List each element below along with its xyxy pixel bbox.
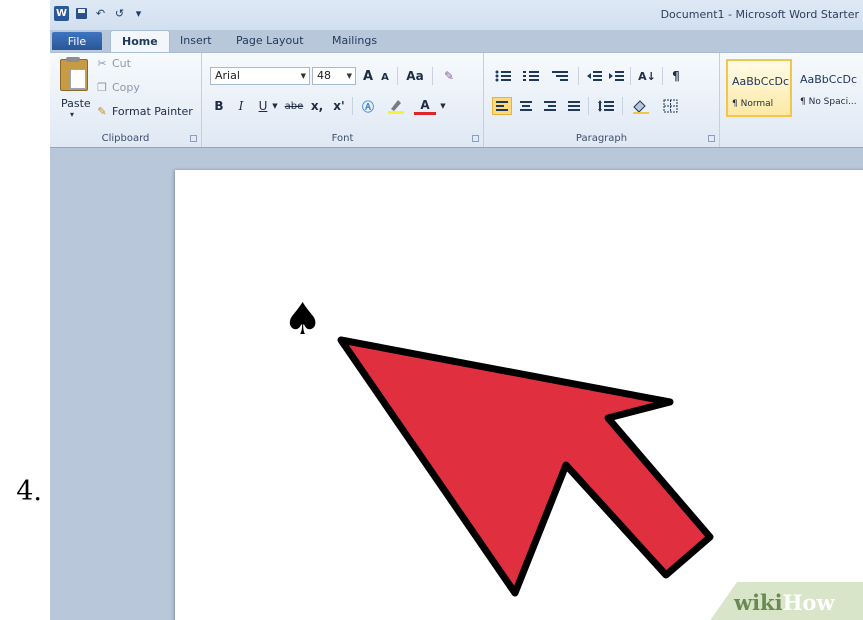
watermark-part-2: How	[782, 590, 835, 615]
watermark-part-1: wiki	[734, 590, 783, 615]
wikihow-watermark: wikiHow	[734, 590, 835, 615]
word-window: W ↶ ↺ ▾ Document1 - Microsoft Word Start…	[50, 0, 863, 620]
pointer-arrow-icon	[337, 336, 714, 597]
step-number: 4.	[16, 476, 42, 507]
arrow-shape	[337, 336, 714, 597]
